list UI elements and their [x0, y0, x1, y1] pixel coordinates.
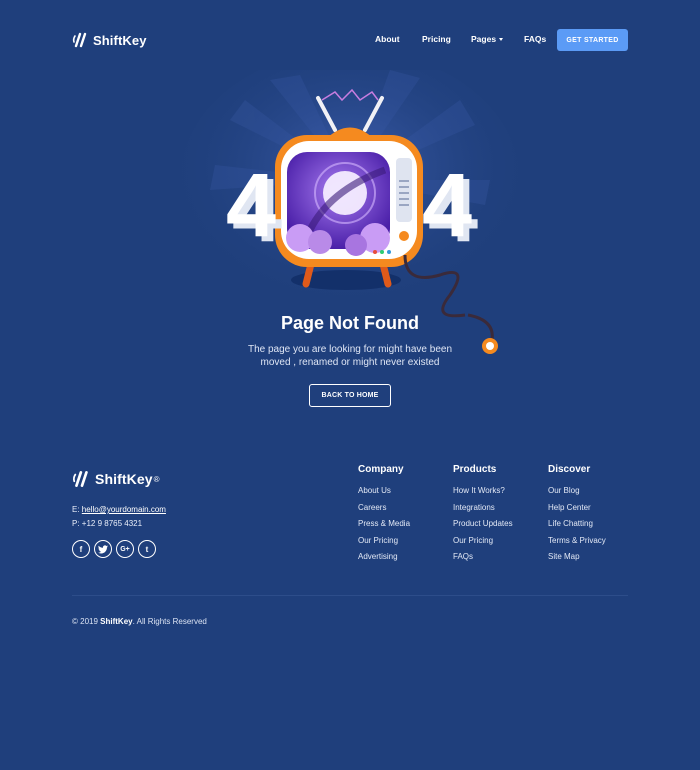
footer-link[interactable]: Our Pricing: [453, 536, 513, 553]
brand-name: ShiftKey: [93, 32, 147, 48]
footer-divider: [72, 595, 628, 596]
footer-column-title: Products: [453, 464, 497, 475]
email-link[interactable]: hello@yourdomain.com: [82, 505, 166, 514]
error-description: The page you are looking for might have …: [230, 343, 470, 369]
error-digit-left: 4: [226, 156, 276, 256]
social-links: f G+ t: [72, 540, 156, 558]
footer-link[interactable]: Terms & Privacy: [548, 536, 606, 553]
chevron-down-icon: [499, 38, 504, 42]
footer-link[interactable]: Product Updates: [453, 519, 513, 536]
footer-link[interactable]: Integrations: [453, 503, 513, 520]
footer-link[interactable]: About Us: [358, 486, 410, 503]
shiftkey-logo-icon: [72, 471, 88, 487]
footer-link[interactable]: How It Works?: [453, 486, 513, 503]
footer-column-title: Company: [358, 464, 404, 475]
footer-brand-logo[interactable]: ShiftKey ®: [72, 469, 160, 489]
copyright-brand: ShiftKey: [100, 617, 133, 626]
copyright-prefix: © 2019: [72, 617, 98, 626]
page-title: Page Not Found: [281, 313, 419, 333]
registered-mark: ®: [153, 474, 160, 484]
footer-link[interactable]: Life Chatting: [548, 519, 606, 536]
back-to-home-button[interactable]: BACK TO HOME: [309, 384, 391, 407]
copyright-text: © 2019 ShiftKey. All Rights Reserved: [72, 617, 207, 626]
brand-logo[interactable]: ShiftKey: [72, 31, 147, 49]
footer-column-company: Company About Us Careers Press & Media O…: [358, 464, 410, 569]
footer-column-title: Discover: [548, 464, 591, 475]
footer-brand-name: ShiftKey: [95, 471, 153, 487]
google-plus-icon[interactable]: G+: [116, 540, 134, 558]
nav-item-pages[interactable]: Pages: [471, 34, 504, 44]
nav-item-pricing[interactable]: Pricing: [422, 34, 451, 44]
email-prefix: E:: [72, 505, 80, 514]
site-header: ShiftKey About Pricing Pages FAQs GET ST…: [0, 0, 700, 80]
facebook-icon[interactable]: f: [72, 540, 90, 558]
footer-link[interactable]: Our Blog: [548, 486, 606, 503]
contact-phone: P: +12 9 8765 4321: [72, 519, 142, 528]
get-started-button[interactable]: GET STARTED: [557, 29, 628, 51]
nav-item-faqs[interactable]: FAQs: [524, 34, 546, 44]
footer-link[interactable]: Our Pricing: [358, 536, 410, 553]
footer-link[interactable]: FAQs: [453, 552, 513, 569]
phone-prefix: P:: [72, 519, 80, 528]
footer-link[interactable]: Advertising: [358, 552, 410, 569]
copyright-suffix: . All Rights Reserved: [132, 617, 207, 626]
footer-column-discover: Discover Our Blog Help Center Life Chatt…: [548, 464, 606, 569]
error-description-line-1: The page you are looking for might have …: [247, 344, 453, 355]
footer-column-products: Products How It Works? Integrations Prod…: [453, 464, 513, 569]
contact-email: E: hello@yourdomain.com: [72, 505, 166, 514]
phone-number: +12 9 8765 4321: [81, 519, 143, 528]
twitter-bird-glyph: [98, 544, 108, 553]
tumblr-icon[interactable]: t: [138, 540, 156, 558]
error-digit-right: 4: [422, 156, 472, 256]
footer-link[interactable]: Help Center: [548, 503, 606, 520]
nav-item-about[interactable]: About: [375, 34, 400, 44]
nav-item-pages-label: Pages: [471, 34, 497, 44]
shiftkey-logo-icon: [72, 32, 87, 48]
error-description-line-2: moved , renamed or might never existed: [260, 357, 440, 368]
footer-link[interactable]: Press & Media: [358, 519, 410, 536]
twitter-icon[interactable]: [94, 540, 112, 558]
footer-link[interactable]: Careers: [358, 503, 410, 520]
footer-link[interactable]: Site Map: [548, 552, 606, 569]
